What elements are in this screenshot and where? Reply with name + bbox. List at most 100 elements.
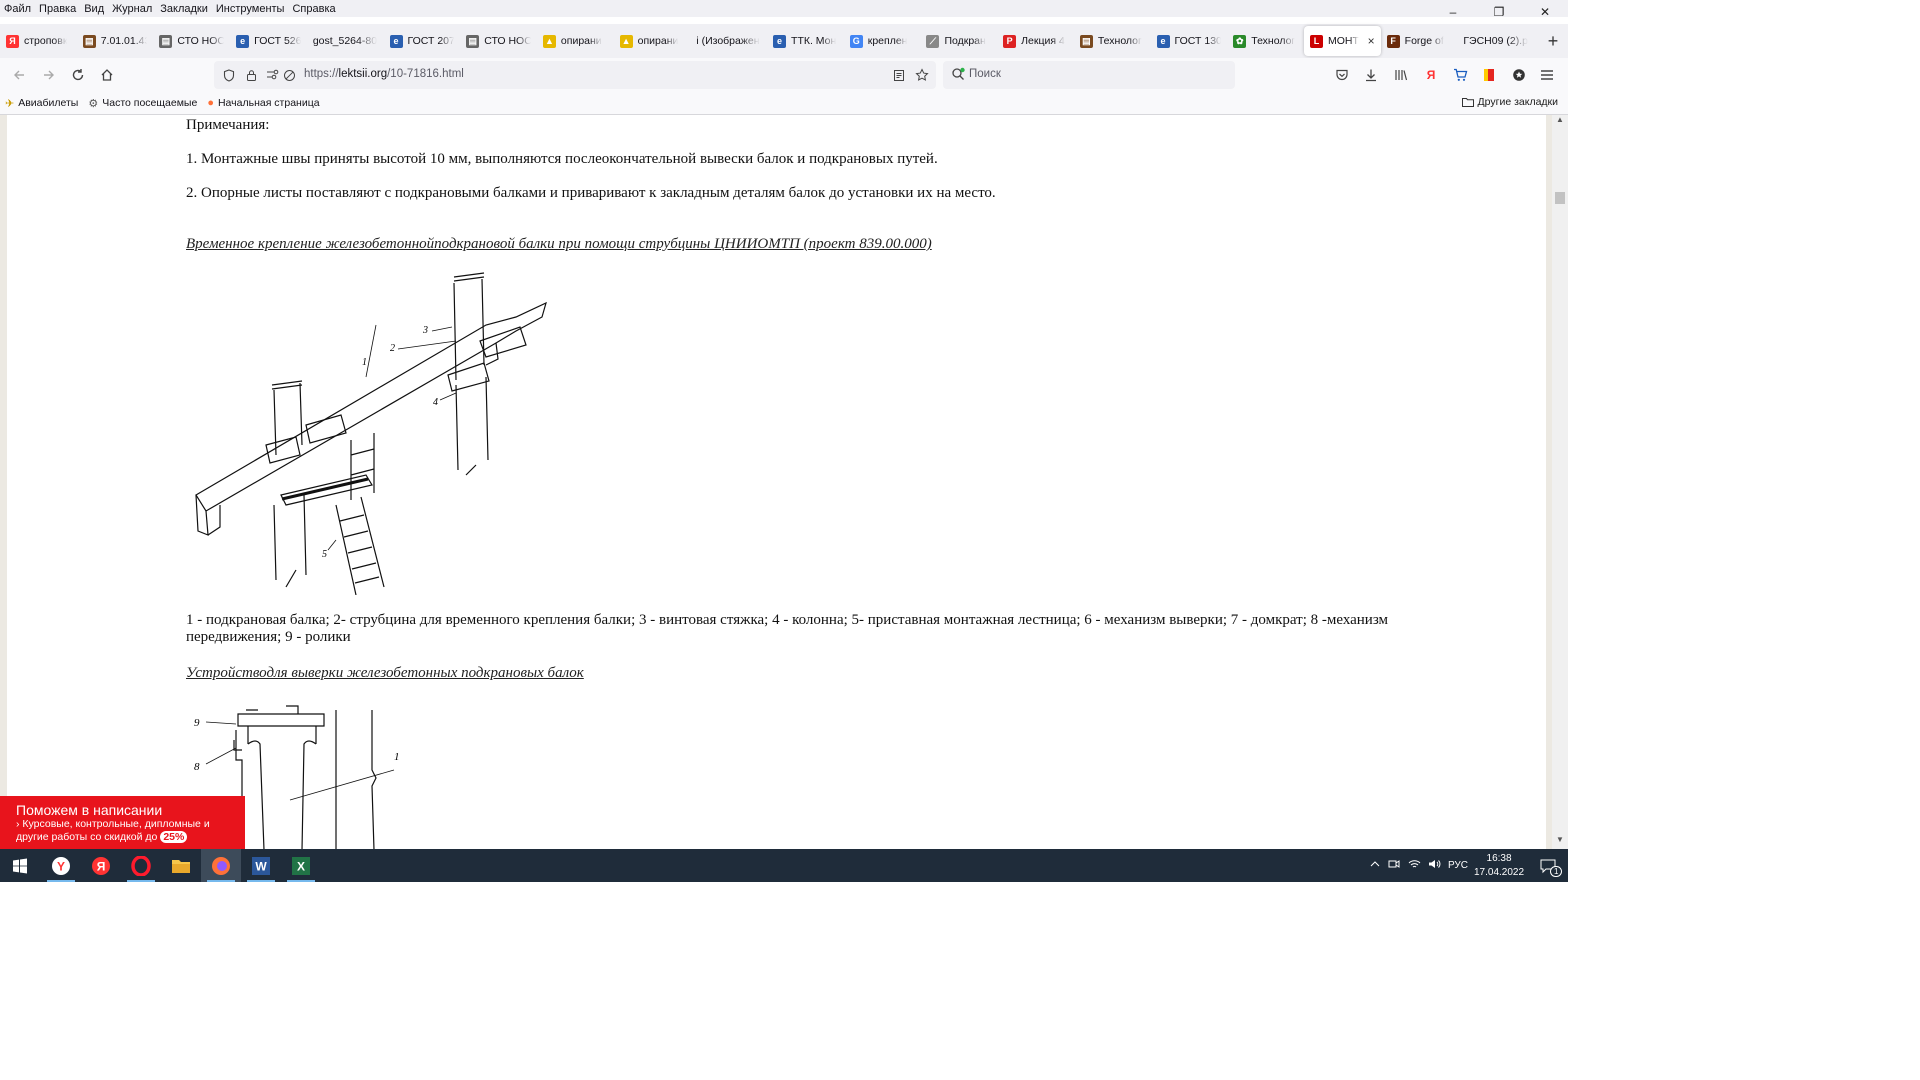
scrollbar-thumb[interactable] — [1555, 192, 1565, 204]
tab-6[interactable]: ▤ СТО НОС — [460, 26, 537, 56]
shield-icon[interactable] — [220, 66, 238, 84]
search-bar[interactable]: Поиск — [943, 61, 1235, 89]
fig2-label-8: 8 — [194, 761, 200, 773]
restore-button[interactable]: ❐ — [1476, 0, 1522, 24]
notes-title: Примечания: — [186, 117, 270, 133]
bookmark-1[interactable]: ⚙ Часто посещаемые — [83, 97, 202, 110]
menu-item-1[interactable]: Правка — [35, 3, 80, 15]
yandex-browser-icon[interactable]: Y — [41, 849, 81, 882]
window-controls: – ❐ ✕ — [1430, 0, 1568, 24]
fig1-label-5: 5 — [322, 549, 327, 560]
tab-label: Технолог — [1251, 35, 1296, 47]
tab-2[interactable]: ▤ СТО НОС — [153, 26, 230, 56]
tab-label: опирани — [560, 35, 602, 47]
reader-view-icon[interactable] — [890, 66, 908, 84]
home-icon[interactable] — [98, 66, 116, 84]
tab-18[interactable]: F Forge of — [1381, 26, 1458, 56]
scroll-down-icon[interactable]: ▼ — [1552, 835, 1568, 849]
url-bar[interactable]: https://lektsii.org/10-71816.html — [214, 61, 936, 89]
close-tab-icon[interactable]: × — [1368, 34, 1375, 48]
word-icon[interactable]: W — [241, 849, 281, 882]
p-icon: P — [1003, 34, 1017, 48]
tab-13[interactable]: P Лекция 4 — [997, 26, 1074, 56]
tab-label: опирани — [637, 35, 679, 47]
yandex-icon[interactable]: Я — [81, 849, 121, 882]
language-indicator[interactable]: РУС — [1444, 860, 1472, 871]
show-hidden-icons-icon[interactable] — [1366, 860, 1384, 871]
tab-7[interactable]: ▲ опирани — [537, 26, 614, 56]
menu-item-4[interactable]: Закладки — [156, 3, 212, 15]
bookmark-0[interactable]: ✈ Авиабилеты — [0, 97, 83, 110]
pocket-icon[interactable] — [1333, 66, 1351, 84]
tab-19[interactable]: ГЭСН09 (2).p — [1457, 26, 1534, 56]
new-tab-button[interactable]: + — [1538, 31, 1568, 52]
tab-11[interactable]: Gкреплен — [844, 26, 921, 56]
bookmark-label: Начальная страница — [217, 97, 320, 109]
minimize-button[interactable]: – — [1430, 0, 1476, 24]
figure-2-heading: Устройстводля выверки железобетонных под… — [186, 665, 584, 681]
tab-0[interactable]: Ястроповк — [0, 26, 77, 56]
url-prefix: https:// — [304, 68, 339, 80]
wifi-icon[interactable] — [1404, 859, 1424, 872]
menu-item-5[interactable]: Инструменты — [212, 3, 289, 15]
downloads-icon[interactable] — [1362, 66, 1380, 84]
menu-item-2[interactable]: Вид — [80, 3, 108, 15]
crane-icon: ⟋ — [926, 34, 940, 48]
firefox-icon[interactable] — [201, 849, 241, 882]
cart-icon[interactable] — [1451, 66, 1469, 84]
firefox-icon: ● — [207, 97, 214, 109]
tab-1[interactable]: ▤ 7.01.01.43 — [77, 26, 154, 56]
bookmark-extension-icon[interactable] — [1480, 66, 1498, 84]
menu-item-6[interactable]: Справка — [288, 3, 339, 15]
close-window-button[interactable]: ✕ — [1522, 0, 1568, 24]
opera-icon[interactable] — [121, 849, 161, 882]
gear-icon: ⚙ — [88, 97, 99, 110]
tab-16[interactable]: ✿ Технолог — [1227, 26, 1304, 56]
menu-item-3[interactable]: Журнал — [108, 3, 156, 15]
clock[interactable]: 16:38 17.04.2022 — [1474, 852, 1524, 880]
tab-12[interactable]: ⟋ Подкран — [920, 26, 997, 56]
tab-10[interactable]: e ТТК. Мон — [767, 26, 844, 56]
other-bookmarks[interactable]: Другие закладки — [1461, 96, 1558, 108]
tab-8[interactable]: ▲ опирани — [614, 26, 691, 56]
menu-icon[interactable] — [1538, 66, 1556, 84]
notifications-icon[interactable]: 1 — [1528, 849, 1568, 882]
library-icon[interactable] — [1392, 66, 1410, 84]
promo-banner[interactable]: Поможем в написании › Курсовые, контроль… — [0, 796, 245, 849]
menu-item-0[interactable]: Файл — [0, 3, 35, 15]
tab-9[interactable]: i (Изображен — [690, 26, 767, 56]
bookmark-2[interactable]: ● Начальная страница — [202, 97, 324, 109]
excel-icon[interactable]: X — [281, 849, 321, 882]
volume-icon[interactable] — [1424, 859, 1444, 872]
tab-3[interactable]: e ГОСТ 526 — [230, 26, 307, 56]
reload-icon[interactable] — [69, 66, 87, 84]
fig1-label-2: 2 — [390, 343, 395, 354]
tab-label: i (Изображен — [696, 35, 760, 47]
lock-icon[interactable] — [242, 66, 260, 84]
vertical-scrollbar[interactable]: ▲ ▼ — [1552, 115, 1568, 849]
tab-label: строповк — [24, 35, 68, 47]
tab-14[interactable]: ▤ Технолог — [1074, 26, 1151, 56]
tab-label: Forge of — [1404, 35, 1444, 47]
bookmark-star-icon[interactable] — [913, 66, 931, 84]
navigation-bar: https://lektsii.org/10-71816.html Поиск … — [0, 58, 1568, 92]
windows-start-icon[interactable] — [0, 849, 40, 882]
meet-now-icon[interactable] — [1384, 859, 1404, 872]
tab-label: ТТК. Мон — [791, 35, 837, 47]
url-path: /10-71816.html — [387, 68, 464, 80]
scroll-up-icon[interactable]: ▲ — [1552, 115, 1568, 129]
forward-icon[interactable] — [40, 66, 58, 84]
figure-1-legend: 1 - подкрановая балка; 2- струбцина для … — [186, 612, 1389, 645]
autoplay-blocked-icon[interactable] — [280, 66, 298, 84]
url-text[interactable]: https://lektsii.org/10-71816.html — [304, 68, 464, 80]
tab-15[interactable]: e ГОСТ 130 — [1151, 26, 1228, 56]
tab-4[interactable]: gost_5264-80 — [307, 26, 384, 56]
extensions-icon[interactable] — [1510, 66, 1528, 84]
yandex-extension-icon[interactable]: Я — [1422, 66, 1440, 84]
tab-label: ГЭСН09 (2).p — [1463, 35, 1528, 47]
tab-label: СТО НОС — [484, 35, 531, 47]
file-explorer-icon[interactable] — [161, 849, 201, 882]
tab-17[interactable]: L МОНТ × — [1303, 26, 1381, 56]
tab-5[interactable]: e ГОСТ 207 — [384, 26, 461, 56]
back-icon[interactable] — [10, 66, 28, 84]
